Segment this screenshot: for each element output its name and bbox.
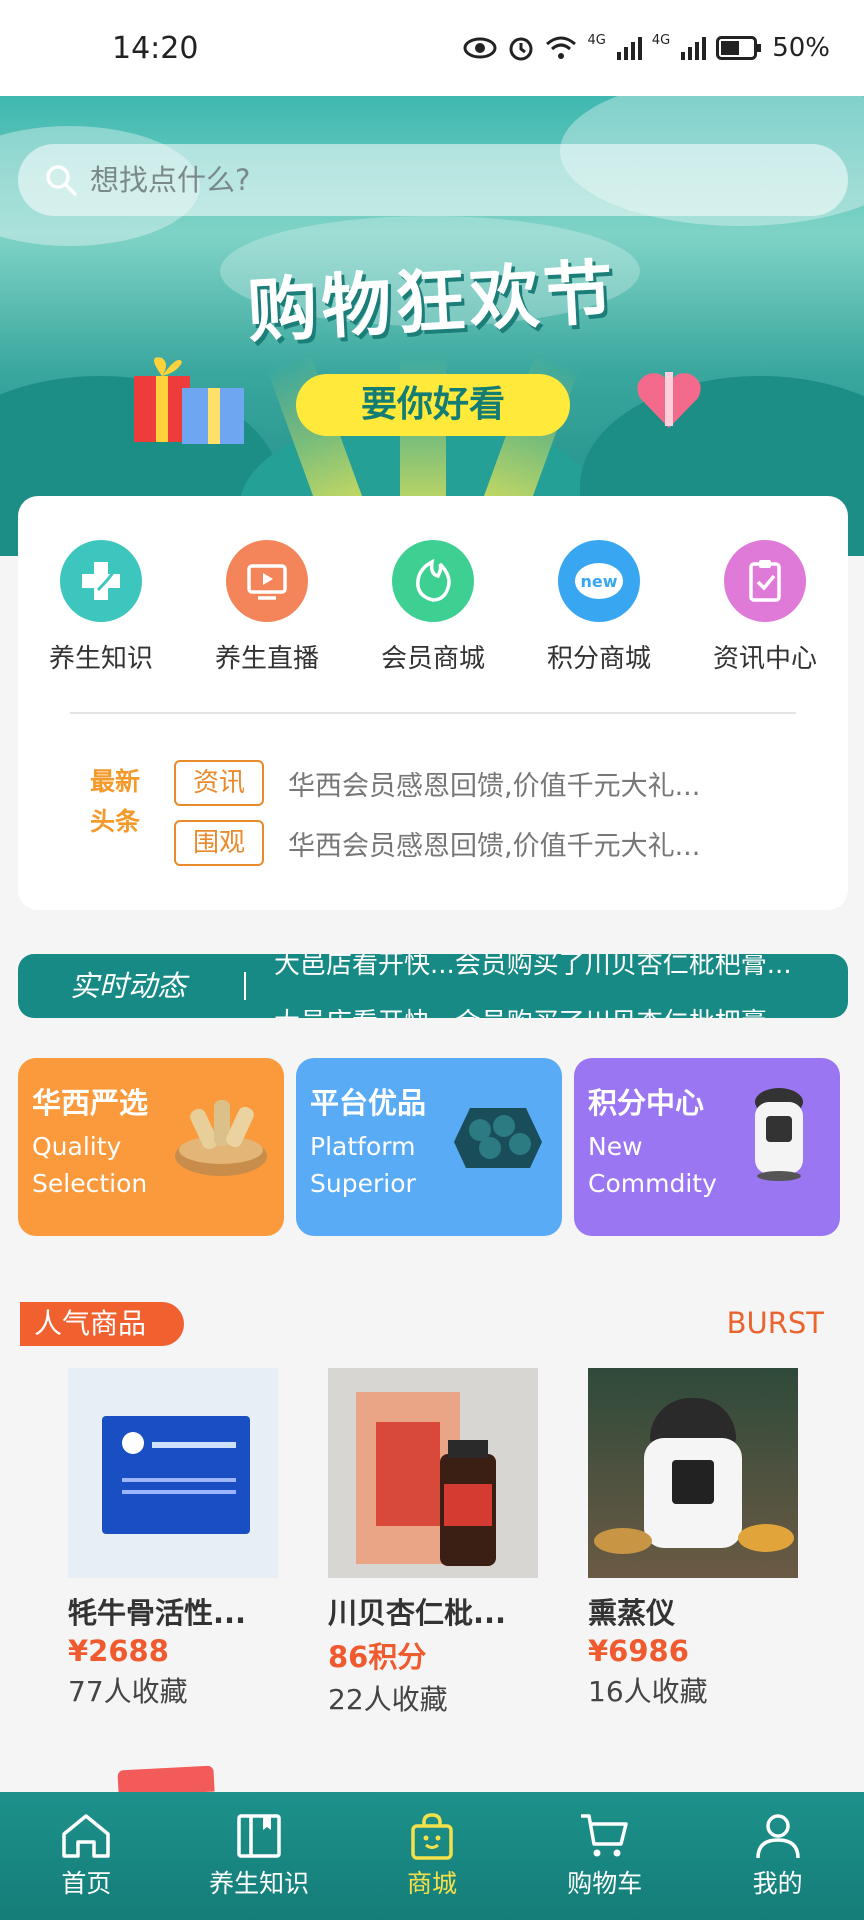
ticker-line: 大邑店看开快...会员购买了川贝杏仁枇杷膏... <box>274 954 792 980</box>
tab-cart[interactable]: 购物车 <box>519 1812 691 1900</box>
status-icons: 4G 4G 50% <box>463 33 830 63</box>
popular-goods-tag: 人气商品 <box>20 1302 184 1346</box>
search-bar[interactable] <box>18 144 848 216</box>
book-icon <box>237 1814 281 1858</box>
leaf-flame-icon <box>392 540 474 622</box>
category-label: 会员商城 <box>380 644 485 674</box>
bottom-tab-bar: 首页 养生知识 商城 购物车 我的 <box>0 1792 864 1920</box>
promo-banner[interactable]: 购物狂欢节 要你好看 <box>0 96 864 556</box>
gift-box-icon <box>134 357 244 444</box>
product-image <box>68 1368 278 1578</box>
battery-icon <box>716 36 762 60</box>
category-points-mall[interactable]: new 积分商城 <box>519 540 679 675</box>
product-image <box>328 1368 538 1578</box>
herb-bowl-image <box>175 1100 267 1176</box>
product-name: 牦牛骨活性... <box>68 1596 247 1630</box>
live-activity-ticker[interactable]: 实时动态 大邑店看开快...会员购买了川贝杏仁枇杷膏... 大邑店看开快...会… <box>18 954 848 1018</box>
category-row: 养生知识 养生直播 会员商城 new 积分商城 资讯中心 <box>18 540 848 675</box>
eye-icon <box>463 37 497 59</box>
headline-logo-top: 最新 <box>89 767 140 796</box>
banner-cta[interactable]: 要你好看 <box>296 374 570 436</box>
ticker-separator <box>244 972 246 1000</box>
search-input[interactable] <box>90 163 790 197</box>
news-tag: 资讯 <box>174 760 264 806</box>
divider <box>70 712 796 714</box>
tab-mine[interactable]: 我的 <box>692 1812 864 1900</box>
product-name: 熏蒸仪 <box>588 1596 676 1630</box>
category-card: 养生知识 养生直播 会员商城 new 积分商城 资讯中心 最新 头条 资讯 华西… <box>18 496 848 910</box>
health-cross-icon <box>60 540 142 622</box>
product-pills-image <box>454 1108 542 1168</box>
product-favorites: 77人收藏 <box>68 1675 188 1708</box>
shopping-bag-icon <box>411 1813 453 1860</box>
tab-mall[interactable]: 商城 <box>346 1812 518 1900</box>
heart-gift-icon <box>637 372 701 428</box>
news-item[interactable]: 围观 华西会员感恩回馈,价值千元大礼... <box>174 820 788 866</box>
feature-subtitle: Quality <box>32 1132 122 1161</box>
ticker-line: 大邑店看开快...会员购买了川贝杏仁枇杷膏... <box>274 1002 834 1018</box>
product-price: 86积分 <box>328 1640 427 1674</box>
status-time: 14:20 <box>112 30 199 66</box>
category-label: 养生知识 <box>48 644 153 674</box>
home-icon <box>62 1814 111 1858</box>
status-bar: 14:20 4G 4G 50% <box>0 0 864 96</box>
tab-label: 购物车 <box>567 1869 643 1898</box>
live-play-icon <box>226 540 308 622</box>
feature-card-huaxi-selection[interactable]: 华西严选 Quality Selection <box>18 1058 284 1236</box>
product-card[interactable]: 牦牛骨活性... ¥2688 77人收藏 <box>68 1368 280 1710</box>
clipboard-check-icon <box>724 540 806 622</box>
headline-logo: 最新 头条 <box>72 762 158 852</box>
burst-label[interactable]: BURST <box>727 1306 824 1340</box>
search-icon <box>46 165 77 196</box>
category-label: 资讯中心 <box>712 644 817 674</box>
headline-logo-bottom: 头条 <box>89 807 140 836</box>
feature-subtitle: New <box>588 1132 643 1161</box>
product-price: ¥2688 <box>68 1634 169 1668</box>
tab-label: 养生知识 <box>209 1869 310 1898</box>
steamer-device-image <box>755 1088 803 1181</box>
news-tag: 围观 <box>174 820 264 866</box>
network-type-1: 4G <box>587 33 606 48</box>
tab-label: 商城 <box>406 1869 457 1898</box>
svg-text:new: new <box>580 572 617 591</box>
tab-home[interactable]: 首页 <box>0 1812 172 1900</box>
product-image <box>588 1368 798 1578</box>
feature-card-platform-superior[interactable]: 平台优品 Platform Superior <box>296 1058 562 1236</box>
network-type-2: 4G <box>651 33 671 48</box>
alarm-icon <box>509 37 533 61</box>
new-badge-icon: new <box>558 540 640 622</box>
category-news-center[interactable]: 资讯中心 <box>685 540 845 675</box>
product-price: ¥6986 <box>588 1634 689 1668</box>
product-favorites: 22人收藏 <box>328 1683 448 1716</box>
user-icon <box>755 1814 800 1859</box>
feature-subtitle: Platform <box>310 1132 416 1161</box>
cart-icon <box>580 1814 628 1857</box>
tab-label: 首页 <box>61 1869 112 1898</box>
feature-subtitle: Selection <box>32 1169 148 1198</box>
news-text: 华西会员感恩回馈,价值千元大礼... <box>288 830 701 862</box>
product-card[interactable]: 川贝杏仁枇... 86积分 22人收藏 <box>328 1368 540 1718</box>
product-favorites: 16人收藏 <box>588 1675 708 1708</box>
category-member-mall[interactable]: 会员商城 <box>353 540 513 675</box>
feature-subtitle: Commdity <box>588 1169 717 1198</box>
feature-card-points-center[interactable]: 积分中心 New Commdity <box>574 1058 840 1236</box>
battery-percent: 50% <box>772 33 830 63</box>
news-text: 华西会员感恩回馈,价值千元大礼... <box>288 770 701 802</box>
category-health-live[interactable]: 养生直播 <box>187 540 347 675</box>
wifi-icon <box>546 36 577 59</box>
category-health-knowledge[interactable]: 养生知识 <box>21 540 181 675</box>
product-card[interactable]: 熏蒸仪 ¥6986 16人收藏 <box>588 1368 800 1710</box>
tab-health-knowledge[interactable]: 养生知识 <box>173 1812 345 1900</box>
signal-icon <box>681 37 707 60</box>
category-label: 积分商城 <box>546 644 651 674</box>
category-label: 养生直播 <box>214 644 319 674</box>
feature-subtitle: Superior <box>310 1169 416 1198</box>
tab-label: 我的 <box>752 1869 803 1898</box>
banner-title: 购物狂欢节 <box>245 251 620 353</box>
news-item[interactable]: 资讯 华西会员感恩回馈,价值千元大礼... <box>174 760 788 806</box>
ticker-label: 实时动态 <box>70 969 187 1003</box>
signal-icon <box>616 37 642 60</box>
product-name: 川贝杏仁枇... <box>328 1596 507 1630</box>
